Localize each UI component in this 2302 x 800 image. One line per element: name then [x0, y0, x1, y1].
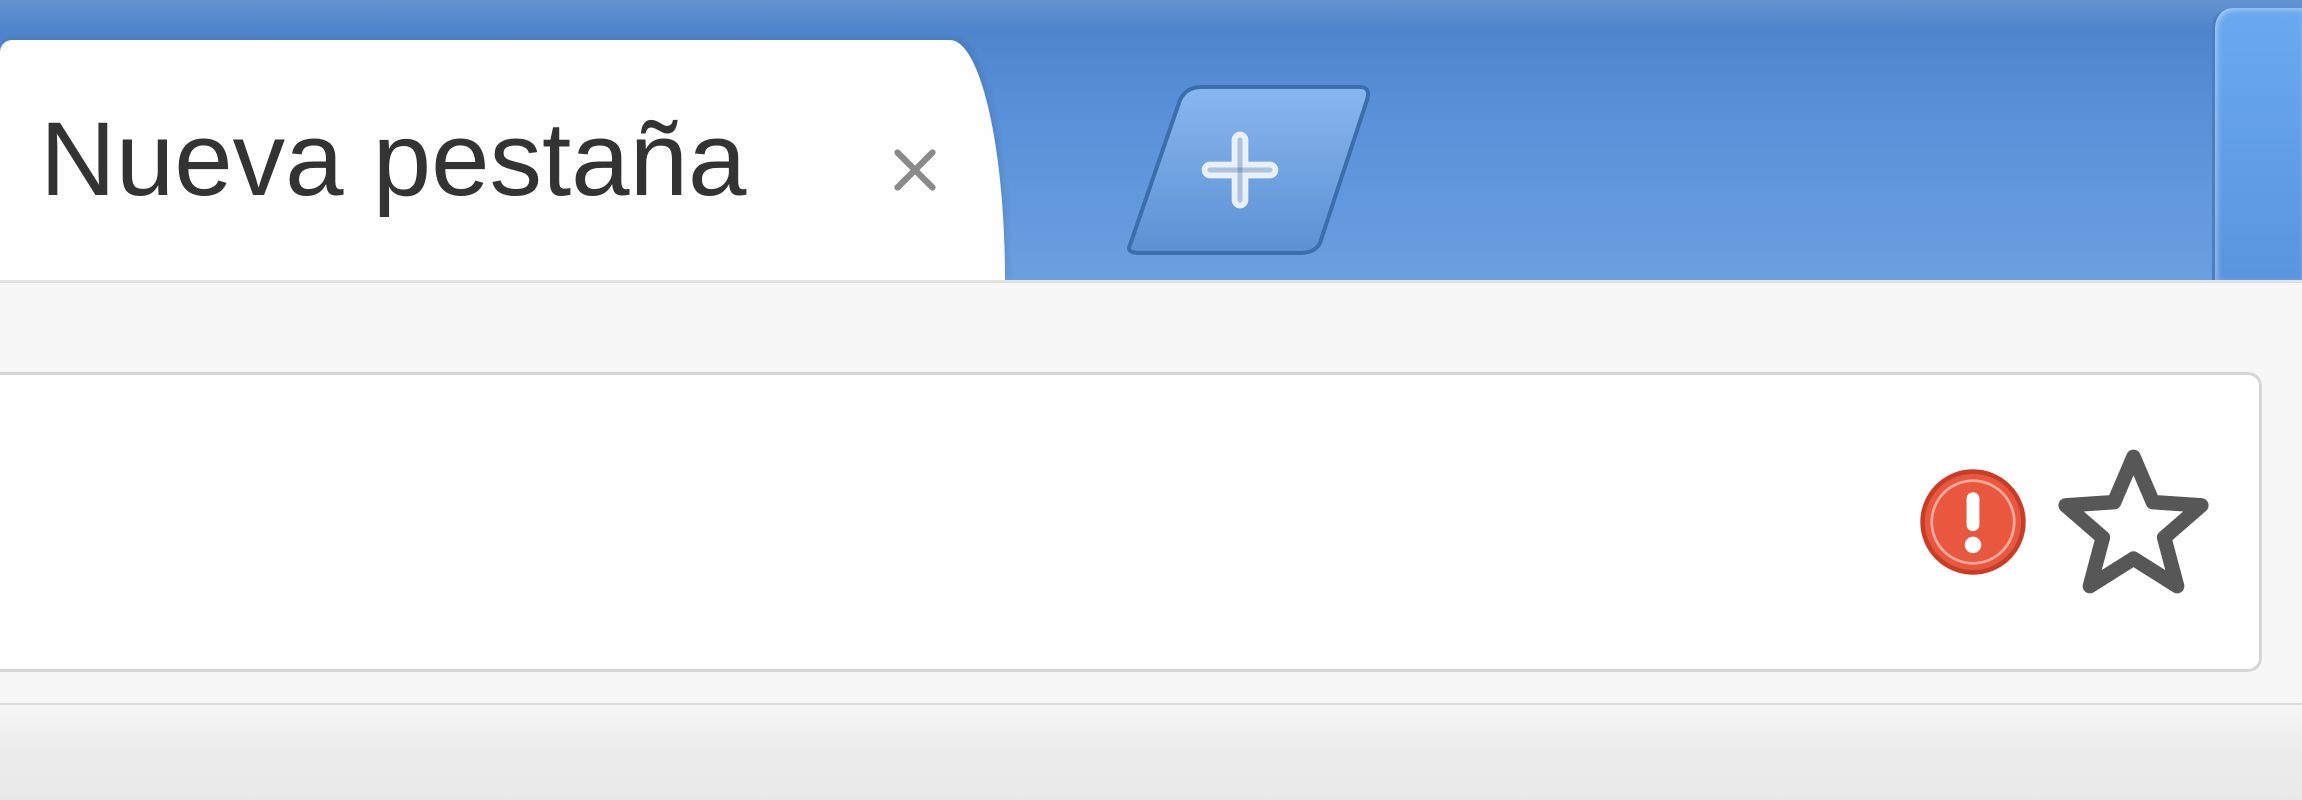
bookmark-star-icon[interactable]	[2056, 444, 2211, 599]
toolbar	[0, 280, 2302, 800]
tab-title: Nueva pestaña	[40, 100, 845, 220]
address-bar[interactable]	[0, 372, 2262, 672]
tab-strip: Nueva pestaña	[0, 0, 2302, 280]
new-tab-button[interactable]	[1120, 85, 1370, 255]
address-input[interactable]	[40, 375, 1918, 669]
address-bar-icons	[1918, 444, 2229, 599]
close-icon	[885, 140, 945, 200]
window-edge-panel	[2212, 8, 2302, 280]
active-tab[interactable]: Nueva pestaña	[0, 40, 1005, 280]
plus-icon	[1200, 130, 1280, 210]
alert-icon[interactable]	[1918, 467, 2028, 577]
tab-close-button[interactable]	[880, 135, 950, 205]
